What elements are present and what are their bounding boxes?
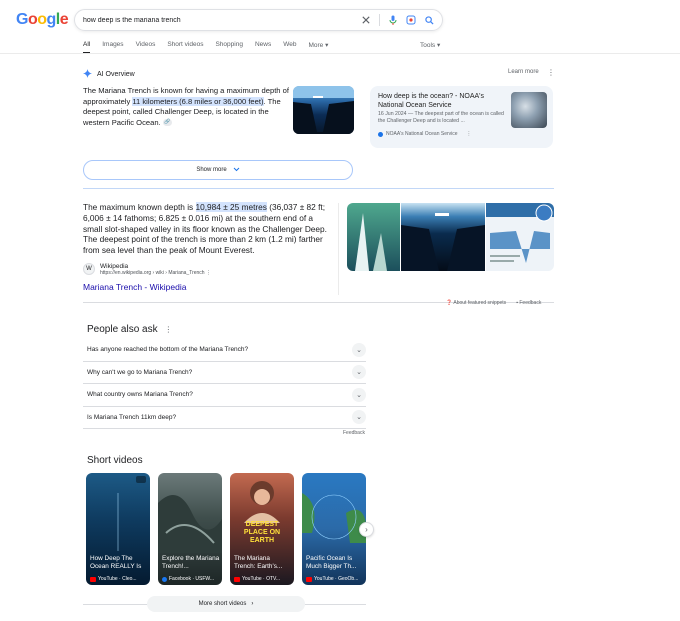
card-title: How deep is the ocean? - NOAA's National… — [378, 93, 485, 109]
chevron-right-icon: › — [251, 601, 254, 607]
chevron-down-icon: ⌄ — [352, 387, 366, 402]
divider — [338, 203, 339, 295]
help-icon: ❓ — [446, 300, 453, 306]
caret-down-icon: ▾ — [437, 42, 441, 49]
link-icon[interactable]: 🔗 — [162, 119, 172, 127]
feedback-icon: ▪ — [516, 300, 518, 306]
youtube-icon — [90, 576, 96, 582]
ai-overview-text: The Mariana Trench is known for having a… — [83, 86, 289, 127]
caret-down-icon: ▾ — [325, 42, 329, 49]
search-icon[interactable] — [424, 15, 434, 25]
paa-question[interactable]: What country owns Mariana Trench? ⌄ — [83, 384, 366, 407]
short-videos-title: Short videos — [87, 455, 143, 466]
paa-title: People also ask ⋮ — [87, 324, 173, 335]
about-snippets-link[interactable]: ❓ About featured snippets — [446, 300, 506, 306]
trench-diagram-image[interactable] — [347, 203, 554, 271]
card-thumbnail-image — [511, 92, 547, 128]
sparkle-icon — [83, 69, 92, 80]
lens-icon[interactable] — [406, 15, 416, 25]
google-logo[interactable]: Google — [16, 11, 69, 29]
more-options-icon[interactable]: ⋮ — [164, 325, 172, 334]
video-overlay-text: DEEPEST PLACE ON EARTH — [243, 521, 281, 544]
result-title-link[interactable]: Mariana Trench - Wikipedia — [83, 282, 186, 292]
microphone-icon[interactable] — [388, 15, 398, 25]
paa-feedback-link[interactable]: Feedback — [343, 430, 365, 436]
facebook-icon — [162, 576, 167, 582]
short-video-card[interactable]: Explore the Mariana Trench!... Facebook … — [158, 473, 222, 585]
chevron-down-icon: ⌄ — [352, 410, 366, 425]
noaa-favicon-icon — [378, 131, 383, 137]
card-snippet: 16 Jun 2024 — The deepest part of the oc… — [378, 111, 504, 125]
divider — [0, 53, 680, 54]
search-box — [74, 9, 443, 31]
youtube-icon — [306, 576, 312, 582]
wikipedia-icon: W — [83, 263, 95, 275]
paa-question[interactable]: Has anyone reached the bottom of the Mar… — [83, 339, 366, 362]
divider — [379, 14, 380, 26]
show-more-button[interactable]: Show more — [83, 160, 353, 180]
youtube-icon — [234, 576, 240, 582]
short-video-card[interactable]: DEEPEST PLACE ON EARTH The Mariana Trenc… — [230, 473, 294, 585]
chevron-down-icon: ⌄ — [352, 365, 366, 380]
snippet-source[interactable]: W Wikipedia https://en.wikipedia.org › w… — [83, 263, 211, 276]
paa-list: Has anyone reached the bottom of the Mar… — [83, 339, 366, 429]
paa-question[interactable]: Is Mariana Trench 11km deep? ⌄ — [83, 407, 366, 429]
chevron-down-icon: ⌄ — [352, 342, 366, 357]
ai-overview-header: AI Overview — [83, 69, 135, 80]
next-arrow-icon[interactable]: › — [359, 522, 374, 537]
clear-icon[interactable] — [361, 15, 371, 25]
short-video-card[interactable]: How Deep The Ocean REALLY Is YouTube · C… — [86, 473, 150, 585]
featured-snippet-text: The maximum known depth is 10,984 ± 25 m… — [83, 202, 327, 256]
more-options-icon[interactable]: ⋮ — [467, 131, 472, 137]
divider — [83, 188, 554, 189]
trench-illustration-image[interactable] — [293, 86, 354, 134]
paa-question[interactable]: Why can't we go to Mariana Trench? ⌄ — [83, 362, 366, 384]
more-short-videos-button[interactable]: More short videos › — [147, 596, 305, 612]
tools-button[interactable]: Tools ▾ — [420, 41, 440, 49]
chevron-down-icon — [233, 167, 240, 174]
more-options-icon[interactable]: ⋮ — [206, 270, 211, 276]
ai-source-card[interactable]: How deep is the ocean? - NOAA's National… — [370, 86, 553, 148]
short-video-card[interactable]: Pacific Ocean Is Much Bigger Th... YouTu… — [302, 473, 366, 585]
snippet-meta: ❓ About featured snippets ▪ Feedback — [446, 300, 541, 306]
more-options-icon[interactable]: ⋮ — [547, 68, 555, 77]
search-input[interactable] — [83, 16, 361, 24]
card-source: NOAA's National Ocean Service ⋮ — [378, 131, 472, 137]
learn-more-link[interactable]: Learn more — [508, 69, 539, 75]
feedback-link[interactable]: ▪ Feedback — [516, 300, 541, 306]
